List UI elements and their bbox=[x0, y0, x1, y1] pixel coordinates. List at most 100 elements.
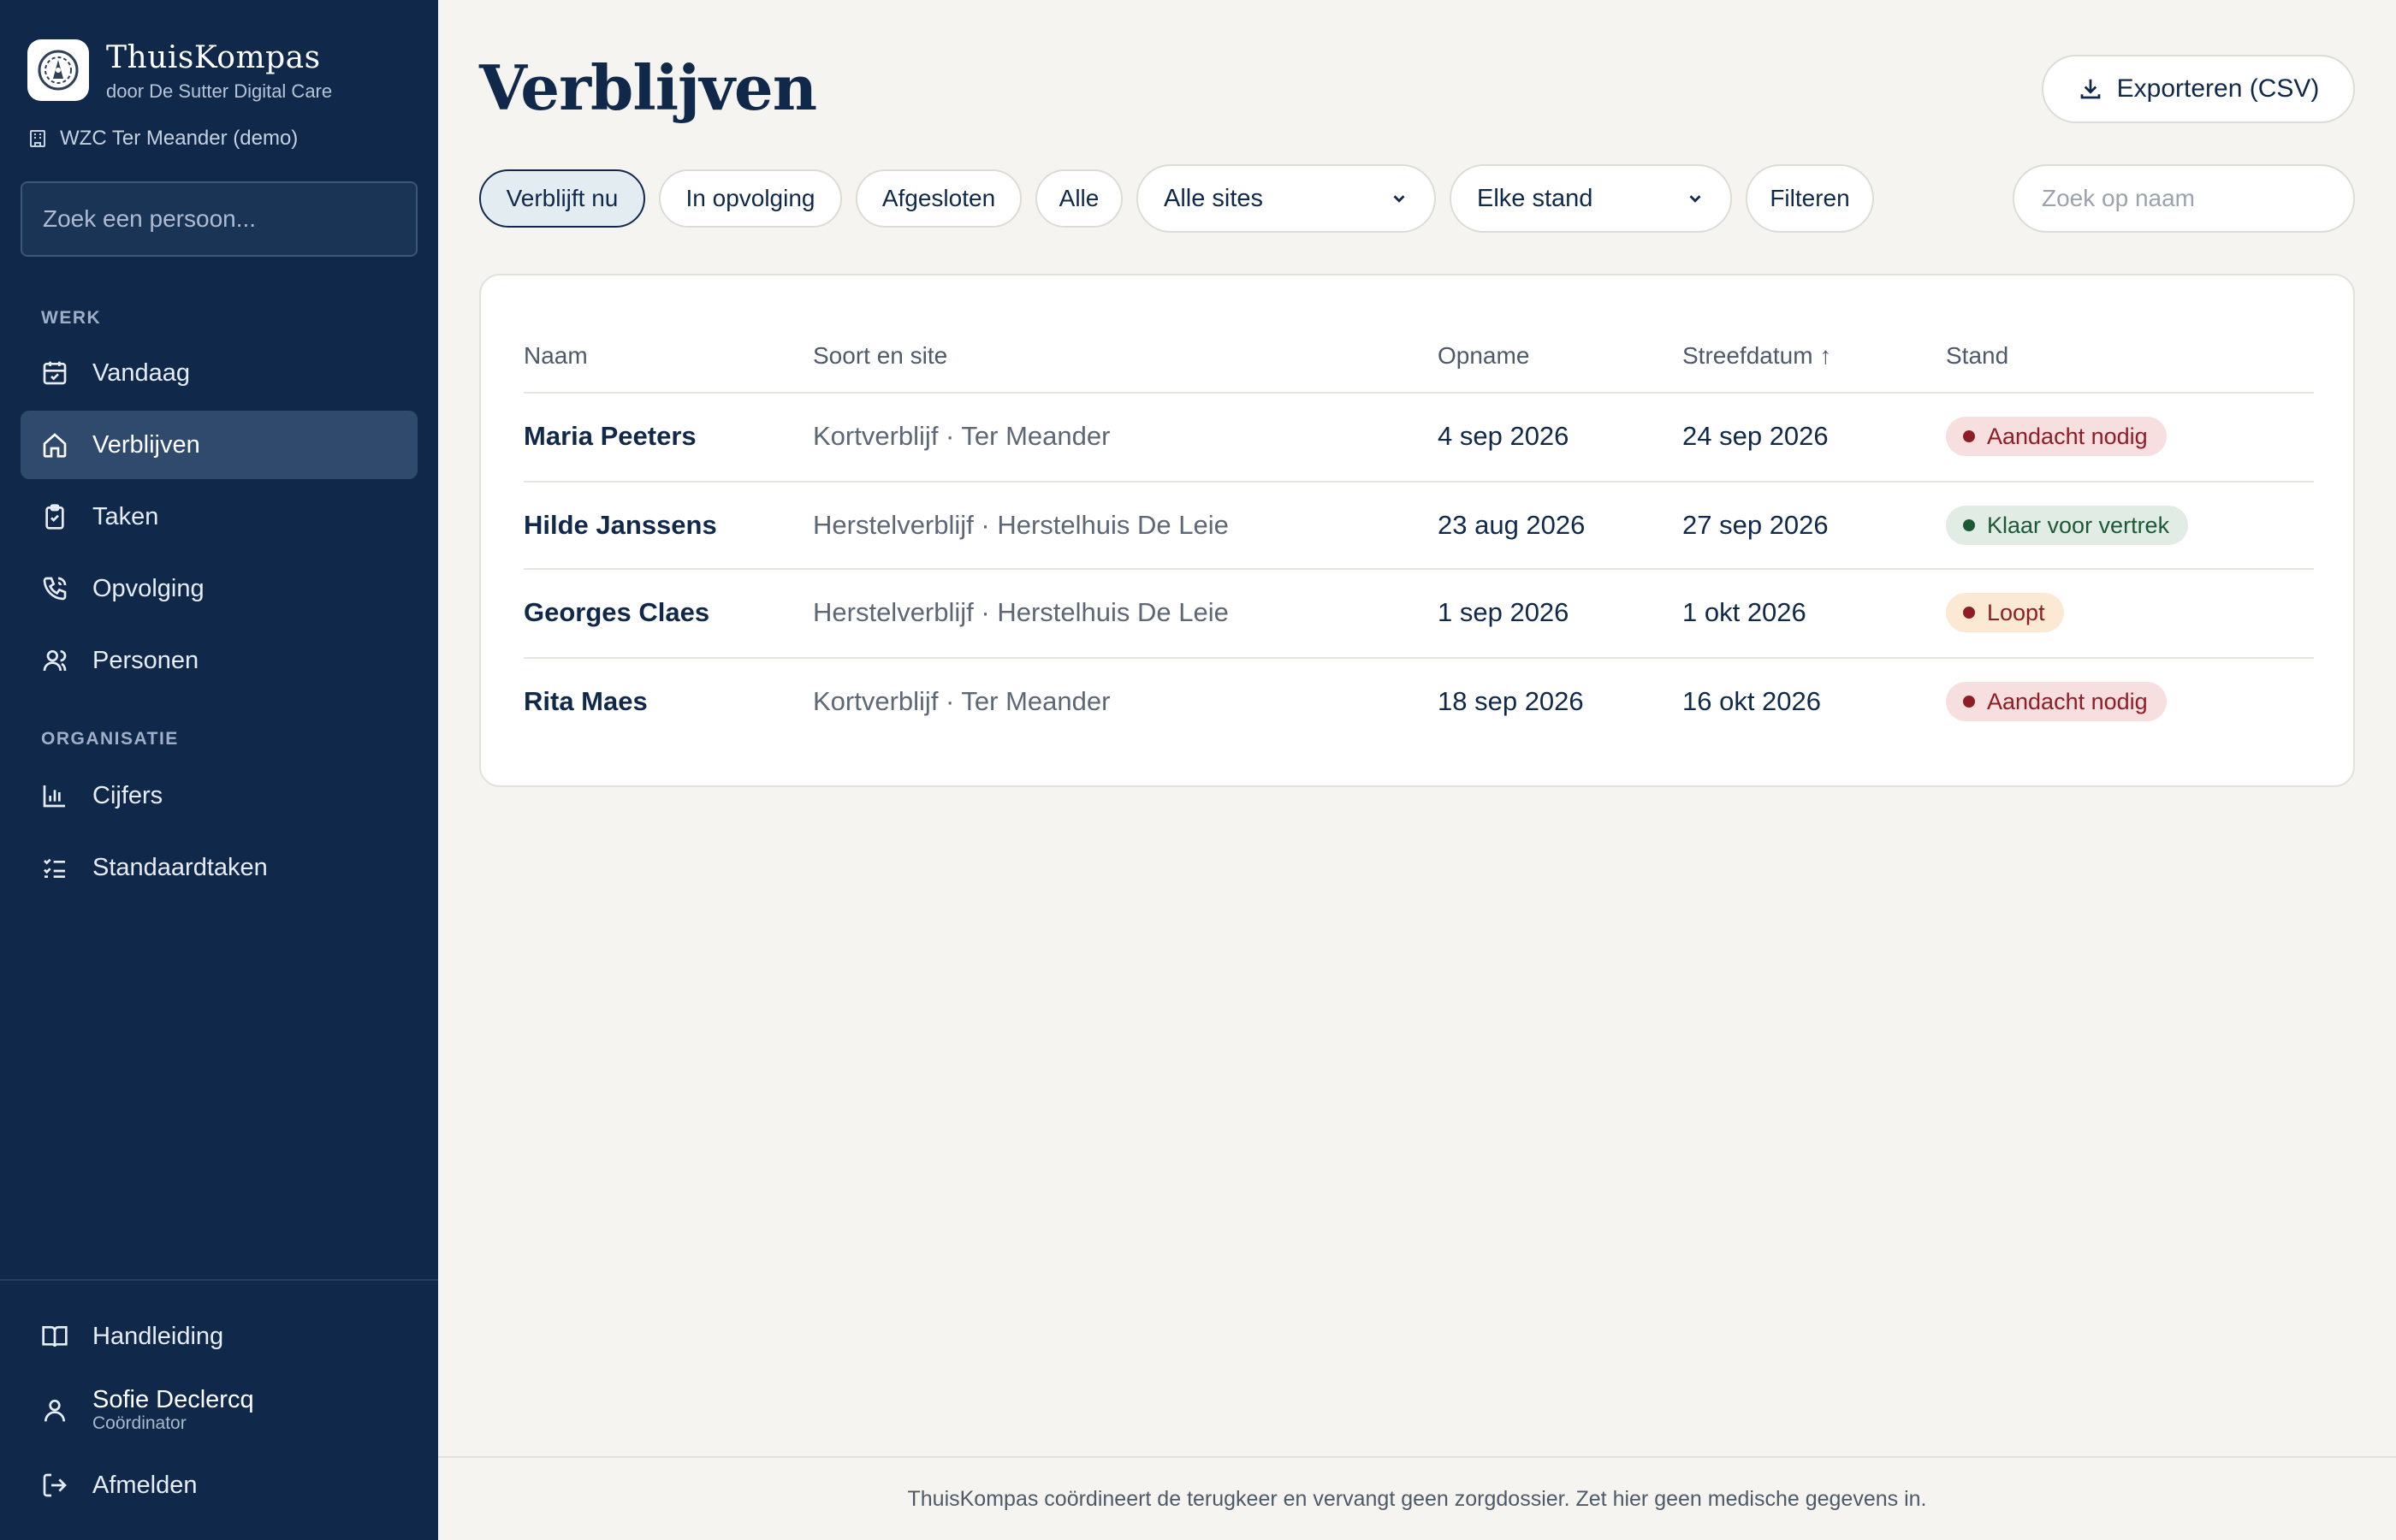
building-icon bbox=[30, 130, 45, 147]
filter-pill-afgesloten[interactable]: Afgesloten bbox=[856, 169, 1022, 228]
cell-naam[interactable]: Georges Claes bbox=[524, 570, 709, 655]
status-badge: Aandacht nodig bbox=[1946, 417, 2167, 456]
calendar-icon bbox=[43, 361, 67, 385]
cell-opname: 23 aug 2026 bbox=[1438, 510, 1586, 540]
nav-label: Handleiding bbox=[92, 1322, 224, 1350]
logout-icon bbox=[43, 1473, 67, 1497]
column-header-naam[interactable]: Naam bbox=[524, 342, 588, 370]
status-dot bbox=[1963, 696, 1975, 708]
current-user[interactable]: Sofie Declercq Coördinator bbox=[21, 1376, 418, 1444]
filter-button[interactable]: Filteren bbox=[1746, 164, 1874, 233]
book-icon bbox=[42, 1326, 68, 1348]
cell-stand: Loopt bbox=[1946, 570, 2064, 655]
organization-name: WZC Ter Meander (demo) bbox=[60, 127, 299, 150]
checklist-icon bbox=[44, 858, 65, 878]
nav-label: Verblijven bbox=[92, 430, 200, 459]
download-icon bbox=[2080, 79, 2100, 99]
cell-streefdatum: 24 sep 2026 bbox=[1682, 421, 1829, 451]
status-label: Aandacht nodig bbox=[1987, 423, 2148, 449]
status-label: Aandacht nodig bbox=[1987, 688, 2148, 714]
column-header-soort[interactable]: Soort en site bbox=[813, 342, 947, 370]
cell-stand: Aandacht nodig bbox=[1946, 659, 2167, 744]
cell-stand: Klaar voor vertrek bbox=[1946, 483, 2189, 568]
cell-stand: Aandacht nodig bbox=[1946, 394, 2167, 479]
phone-icon bbox=[43, 577, 67, 601]
nav-label: Standaardtaken bbox=[92, 853, 268, 881]
filter-pill-in-opvolging[interactable]: In opvolging bbox=[659, 169, 842, 228]
status-label: Klaar voor vertrek bbox=[1987, 512, 2170, 538]
nav-section-work: WERK bbox=[41, 308, 102, 328]
status-dot bbox=[1963, 519, 1975, 531]
table-row[interactable]: Maria Peeters Kortverblijf · Ter Meander… bbox=[524, 392, 2314, 481]
table-row[interactable]: Georges Claes Herstelverblijf · Herstelh… bbox=[524, 568, 2314, 657]
cell-streefdatum: 1 okt 2026 bbox=[1682, 597, 1806, 627]
name-search-input[interactable] bbox=[2013, 164, 2355, 233]
site-select[interactable]: Alle sites bbox=[1136, 164, 1436, 233]
status-badge: Klaar voor vertrek bbox=[1946, 506, 2189, 545]
cell-soort: Herstelverblijf · Herstelhuis De Leie bbox=[813, 510, 1229, 540]
table-row[interactable]: Hilde Janssens Herstelverblijf · Herstel… bbox=[524, 481, 2314, 570]
logout-button[interactable]: Afmelden bbox=[21, 1451, 418, 1519]
status-badge: Loopt bbox=[1946, 593, 2064, 632]
cell-naam[interactable]: Maria Peeters bbox=[524, 394, 697, 479]
sidebar: ThuisKompas door De Sutter Digital Care … bbox=[0, 0, 438, 1540]
nav-item-handleiding[interactable]: Handleiding bbox=[21, 1302, 418, 1371]
nav-item-taken[interactable]: Taken bbox=[21, 483, 418, 551]
state-select-value: Elke stand bbox=[1477, 184, 1593, 212]
person-search-input[interactable] bbox=[21, 181, 418, 257]
export-csv-button[interactable]: Exporteren (CSV) bbox=[2042, 55, 2355, 123]
state-select[interactable]: Elke stand bbox=[1450, 164, 1732, 233]
cell-soort: Herstelverblijf · Herstelhuis De Leie bbox=[813, 597, 1229, 627]
cell-opname: 4 sep 2026 bbox=[1438, 421, 1569, 451]
home-icon bbox=[43, 433, 67, 458]
column-header-stand[interactable]: Stand bbox=[1946, 342, 2008, 370]
chevron-down-icon bbox=[1393, 195, 1405, 203]
nav-section-organisatie: ORGANISATIE bbox=[41, 729, 179, 749]
site-select-value: Alle sites bbox=[1164, 184, 1264, 212]
table-row[interactable]: Rita Maes Kortverblijf · Ter Meander 18 … bbox=[524, 657, 2314, 746]
user-avatar-icon bbox=[44, 1400, 65, 1422]
status-label: Loopt bbox=[1987, 599, 2045, 625]
export-label: Exporteren (CSV) bbox=[2116, 74, 2320, 103]
bar-chart-icon bbox=[43, 785, 65, 808]
column-header-streefdatum[interactable]: Streefdatum ↑ bbox=[1682, 342, 1831, 370]
cell-streefdatum: 16 okt 2026 bbox=[1682, 686, 1822, 716]
column-header-label: Streefdatum bbox=[1682, 342, 1813, 369]
cell-naam[interactable]: Hilde Janssens bbox=[524, 483, 717, 568]
nav-item-verblijven[interactable]: Verblijven bbox=[21, 411, 418, 479]
nav-item-vandaag[interactable]: Vandaag bbox=[21, 339, 418, 407]
filter-pill-alle[interactable]: Alle bbox=[1035, 169, 1123, 228]
nav-item-opvolging[interactable]: Opvolging bbox=[21, 554, 418, 623]
stays-table: Naam Soort en site Opname Streefdatum ↑ … bbox=[479, 274, 2355, 787]
app-subtitle: door De Sutter Digital Care bbox=[106, 80, 333, 102]
user-name: Sofie Declercq bbox=[92, 1386, 254, 1413]
organization-label: WZC Ter Meander (demo) bbox=[27, 127, 298, 151]
user-icon bbox=[43, 650, 67, 672]
column-header-opname[interactable]: Opname bbox=[1438, 342, 1529, 370]
nav-label: Opvolging bbox=[92, 574, 205, 602]
app-title: ThuisKompas bbox=[106, 40, 321, 75]
cell-soort: Kortverblijf · Ter Meander bbox=[813, 686, 1111, 716]
nav-label: Personen bbox=[92, 646, 199, 674]
nav-item-standaardtaken[interactable]: Standaardtaken bbox=[21, 833, 418, 902]
page-title: Verblijven bbox=[479, 51, 817, 124]
nav-item-cijfers[interactable]: Cijfers bbox=[21, 761, 418, 830]
nav-item-personen[interactable]: Personen bbox=[21, 626, 418, 695]
nav-label: Afmelden bbox=[92, 1471, 198, 1499]
status-dot bbox=[1963, 430, 1975, 442]
cell-opname: 1 sep 2026 bbox=[1438, 597, 1569, 627]
brand[interactable]: ThuisKompas door De Sutter Digital Care bbox=[27, 39, 332, 103]
nav-label: Cijfers bbox=[92, 781, 163, 809]
chevron-down-icon bbox=[1689, 195, 1701, 203]
status-dot bbox=[1963, 607, 1975, 619]
status-badge: Aandacht nodig bbox=[1946, 682, 2167, 721]
clipboard-icon bbox=[45, 504, 64, 530]
sidebar-divider bbox=[0, 1279, 438, 1281]
footer-disclaimer: ThuisKompas coördineert de terugkeer en … bbox=[438, 1456, 2396, 1540]
sort-ascending-icon: ↑ bbox=[1819, 342, 1832, 369]
cell-naam[interactable]: Rita Maes bbox=[524, 659, 648, 744]
nav-label: Taken bbox=[92, 502, 159, 530]
nav-label: Vandaag bbox=[92, 358, 190, 387]
compass-logo-icon bbox=[27, 39, 89, 101]
filter-pill-verblijft-nu[interactable]: Verblijft nu bbox=[479, 169, 645, 228]
